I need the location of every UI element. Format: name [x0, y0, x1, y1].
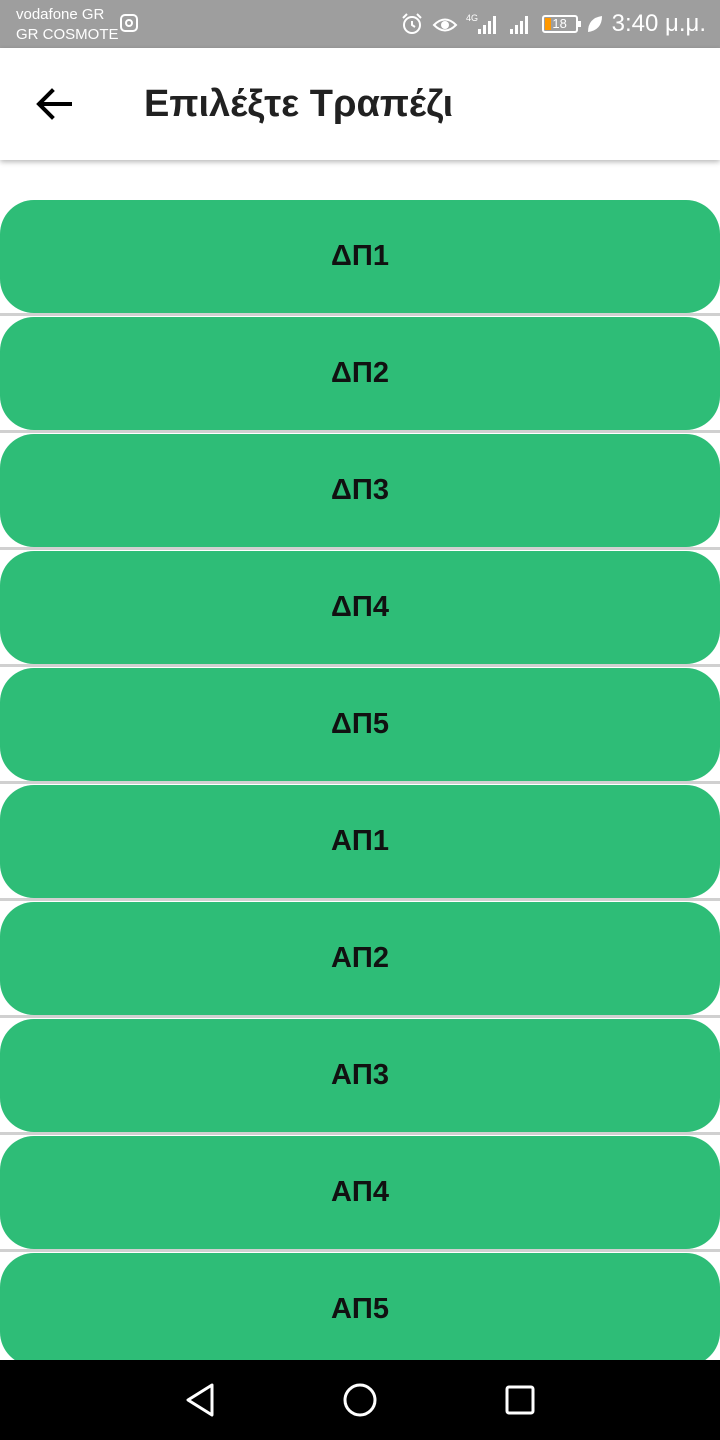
- table-button-dp1[interactable]: ΔΠ1: [0, 200, 720, 313]
- carrier-primary: vodafone GR: [16, 6, 105, 23]
- page-title: Επιλέξτε Τραπέζι: [144, 83, 454, 125]
- circle-home-icon: [343, 1383, 377, 1417]
- table-list: ΔΠ1 ΔΠ2 ΔΠ3 ΔΠ4 ΔΠ5 ΑΠ1 ΑΠ2 ΑΠ3 ΑΠ4 ΑΠ5: [0, 200, 720, 1360]
- list-item: ΔΠ4: [0, 551, 720, 667]
- signal-icon-secondary: [509, 16, 528, 34]
- list-item: ΑΠ3: [0, 1019, 720, 1135]
- battery-icon: 18: [541, 15, 581, 33]
- nav-recents-button[interactable]: [500, 1380, 540, 1420]
- triangle-back-icon: [186, 1383, 214, 1417]
- status-icons: 4G 18 3:40 μ.μ.: [400, 8, 706, 40]
- alarm-icon: [401, 13, 422, 34]
- table-button-ap3[interactable]: ΑΠ3: [0, 1019, 720, 1132]
- table-button-dp5[interactable]: ΔΠ5: [0, 668, 720, 781]
- table-button-ap2[interactable]: ΑΠ2: [0, 902, 720, 1015]
- nav-back-button[interactable]: [180, 1380, 220, 1420]
- table-button-ap4[interactable]: ΑΠ4: [0, 1136, 720, 1249]
- table-button-dp3[interactable]: ΔΠ3: [0, 434, 720, 547]
- list-item: ΔΠ5: [0, 668, 720, 784]
- square-recents-icon: [505, 1385, 535, 1415]
- back-button[interactable]: [22, 72, 86, 136]
- list-item: ΔΠ2: [0, 317, 720, 433]
- table-button-ap1[interactable]: ΑΠ1: [0, 785, 720, 898]
- list-item: ΔΠ1: [0, 200, 720, 316]
- network-type-label: 4G: [466, 13, 478, 23]
- leaf-icon: [587, 16, 602, 32]
- list-item: ΔΠ3: [0, 434, 720, 550]
- app-bar: Επιλέξτε Τραπέζι: [0, 48, 720, 160]
- status-clock: 3:40 μ.μ.: [611, 10, 706, 37]
- carrier-secondary: GR COSMOTE: [16, 26, 119, 43]
- system-nav-bar: [0, 1360, 720, 1440]
- arrow-left-icon: [36, 88, 72, 120]
- list-item: ΑΠ2: [0, 902, 720, 1018]
- nav-home-button[interactable]: [340, 1380, 380, 1420]
- status-bar: vodafone GR GR COSMOTE 4G 18 3:40 μ.μ.: [0, 0, 720, 48]
- list-item: ΑΠ5: [0, 1253, 720, 1360]
- battery-level: 18: [552, 16, 567, 31]
- table-button-ap5[interactable]: ΑΠ5: [0, 1253, 720, 1360]
- instagram-icon: [120, 14, 138, 32]
- signal-icon: 4G: [466, 13, 496, 34]
- list-item: ΑΠ1: [0, 785, 720, 901]
- table-button-dp4[interactable]: ΔΠ4: [0, 551, 720, 664]
- carrier-info: vodafone GR GR COSMOTE: [16, 5, 119, 45]
- eye-comfort-icon: [432, 18, 458, 32]
- list-item: ΑΠ4: [0, 1136, 720, 1252]
- table-button-dp2[interactable]: ΔΠ2: [0, 317, 720, 430]
